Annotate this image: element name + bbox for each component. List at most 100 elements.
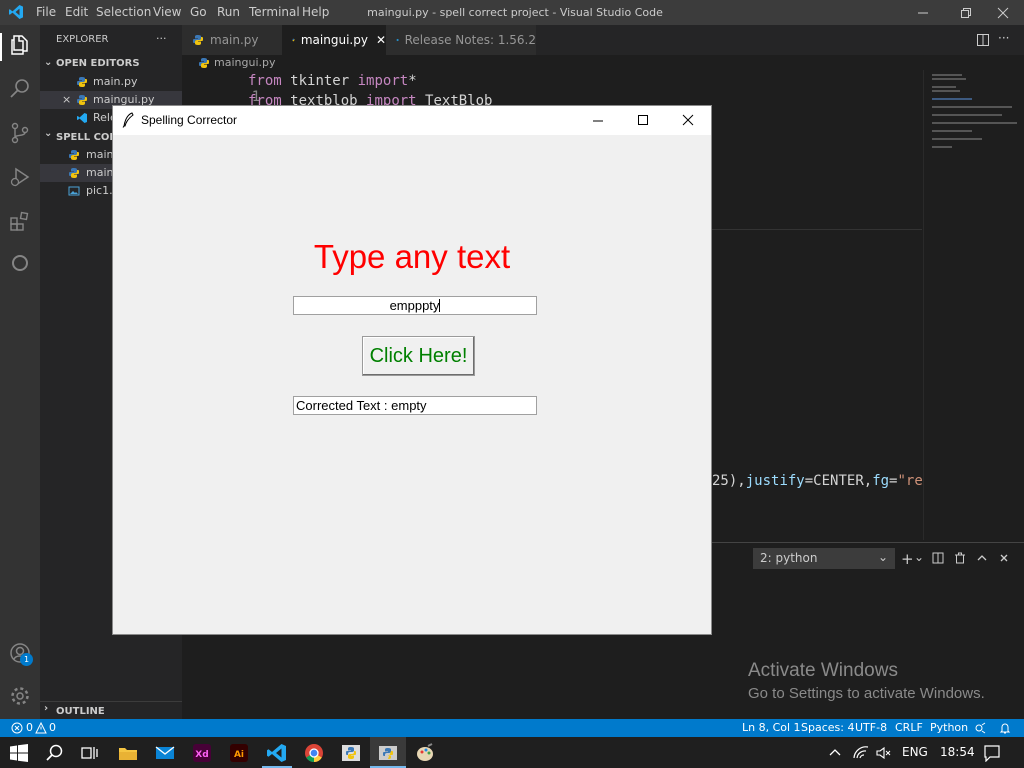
split-terminal-icon[interactable] [932,552,944,564]
search-icon[interactable] [8,77,32,101]
activity-bar: 1 [0,25,40,719]
wifi-icon[interactable] [853,745,869,759]
outline-header[interactable]: OUTLINE [56,706,105,717]
minimap[interactable] [923,70,1024,540]
python-file-icon [292,38,295,42]
file-explorer-icon[interactable] [118,743,138,763]
breadcrumb[interactable]: maingui.py [214,56,275,69]
task-view-icon[interactable] [80,743,100,763]
feedback-icon[interactable] [974,722,986,734]
divider [40,701,182,702]
warning-icon[interactable] [35,722,47,734]
click-here-button[interactable]: Click Here! [362,336,475,376]
minimap-line [932,146,952,148]
menu-run[interactable]: Run [217,5,240,19]
terminal-selector[interactable]: 2: python ⌄ [753,548,895,569]
code-token: 25) [712,473,738,489]
more-actions-icon[interactable]: ··· [998,31,1009,45]
indentation[interactable]: Spaces: 4 [801,721,854,734]
gear-icon[interactable] [8,684,32,708]
close-icon[interactable]: ✕ [376,33,386,47]
maximize-icon[interactable] [637,114,649,126]
active-indicator [0,33,2,61]
menu-terminal[interactable]: Terminal [249,5,300,19]
minimap-line [932,78,966,80]
explorer-title: EXPLORER [56,34,109,45]
code-token: , [737,473,746,489]
terminal-dropdown-icon[interactable]: ⌄ [914,550,924,564]
code-token: justify [745,473,805,489]
menu-view[interactable]: View [153,5,181,19]
explorer-icon[interactable] [8,33,32,57]
extensions-icon[interactable] [8,209,32,233]
minimize-button[interactable] [900,0,946,25]
open-editors-header[interactable]: OPEN EDITORS [56,58,140,69]
close-window-button[interactable] [980,0,1024,25]
status-bar: 0 0 Ln 8, Col 1 Spaces: 4 UTF-8 CRLF Pyt… [0,719,1024,737]
more-actions-icon[interactable]: ··· [156,32,167,45]
module-name: tkinter [290,73,350,89]
warning-count[interactable]: 0 [49,721,56,734]
speaker-muted-icon[interactable] [876,746,892,760]
error-icon[interactable] [11,722,23,734]
menu-file[interactable]: File [36,5,56,19]
python-app-icon[interactable] [341,743,361,763]
bell-icon[interactable] [999,722,1011,734]
menu-edit[interactable]: Edit [65,5,88,19]
mail-icon[interactable] [155,743,175,763]
image-file-icon [68,186,80,196]
code-fragment: 25),justify=CENTER,fg="red [712,473,931,489]
keyword: import [357,73,409,89]
adobe-illustrator-icon[interactable]: Ai [229,743,249,763]
run-debug-icon[interactable] [8,165,32,189]
chrome-icon[interactable] [304,743,324,763]
divider [712,229,922,230]
tab-maingui[interactable]: maingui.py ✕ [282,25,386,55]
chevron-down-icon[interactable]: ⌄ [44,128,52,139]
vscode-taskbar-icon[interactable] [267,743,287,763]
activate-windows-title: Activate Windows [748,660,898,681]
notification-icon[interactable] [983,744,1001,762]
minimize-icon[interactable] [592,115,604,127]
menu-help[interactable]: Help [302,5,329,19]
file-maingui[interactable]: main [86,166,113,179]
chevron-right-icon[interactable]: › [44,703,48,714]
chevron-up-icon[interactable] [829,747,841,759]
line-ending[interactable]: CRLF [895,721,923,734]
tab-release-notes[interactable]: Release Notes: 1.56.2 [386,25,536,55]
menu-go[interactable]: Go [190,5,207,19]
input-language[interactable]: ENG [902,745,928,759]
close-icon[interactable] [682,114,694,126]
adobe-xd-icon[interactable]: Xd [192,743,212,763]
windows-start-icon[interactable] [9,743,29,763]
code-line-1-text: from tkinter import* [248,73,417,89]
menu-selection[interactable]: Selection [96,5,151,19]
title-bar: File Edit Selection View Go Run Terminal… [0,0,1024,25]
cursor-position[interactable]: Ln 8, Col 1 [742,721,801,734]
tab-label: main.py [210,33,259,47]
trash-icon[interactable] [954,552,966,564]
error-count[interactable]: 0 [26,721,33,734]
split-editor-icon[interactable] [976,33,990,47]
language-mode[interactable]: Python [930,721,968,734]
source-control-icon[interactable] [8,121,32,145]
encoding[interactable]: UTF-8 [855,721,887,734]
open-editor-main[interactable]: main.py [93,75,137,88]
close-panel-icon[interactable] [998,552,1010,564]
clock[interactable]: 18:54 [940,745,975,759]
python-file-icon [199,58,209,68]
text-input[interactable]: empppty [293,296,537,315]
chevron-down-icon[interactable]: ⌄ [44,57,52,68]
tk-app-icon[interactable] [378,743,398,763]
chevron-up-icon[interactable] [976,552,988,564]
paint-icon[interactable] [415,743,435,763]
close-icon [997,7,1009,18]
remote-explorer-icon[interactable] [8,251,32,275]
svg-text:Ai: Ai [234,750,244,760]
close-editor-icon[interactable]: × [62,93,71,106]
minimap-line [932,86,956,88]
new-terminal-icon[interactable]: + [901,550,914,568]
tab-main[interactable]: main.py [182,25,282,55]
tk-title-bar[interactable]: Spelling Corrector [113,106,711,135]
search-icon[interactable] [45,743,65,763]
